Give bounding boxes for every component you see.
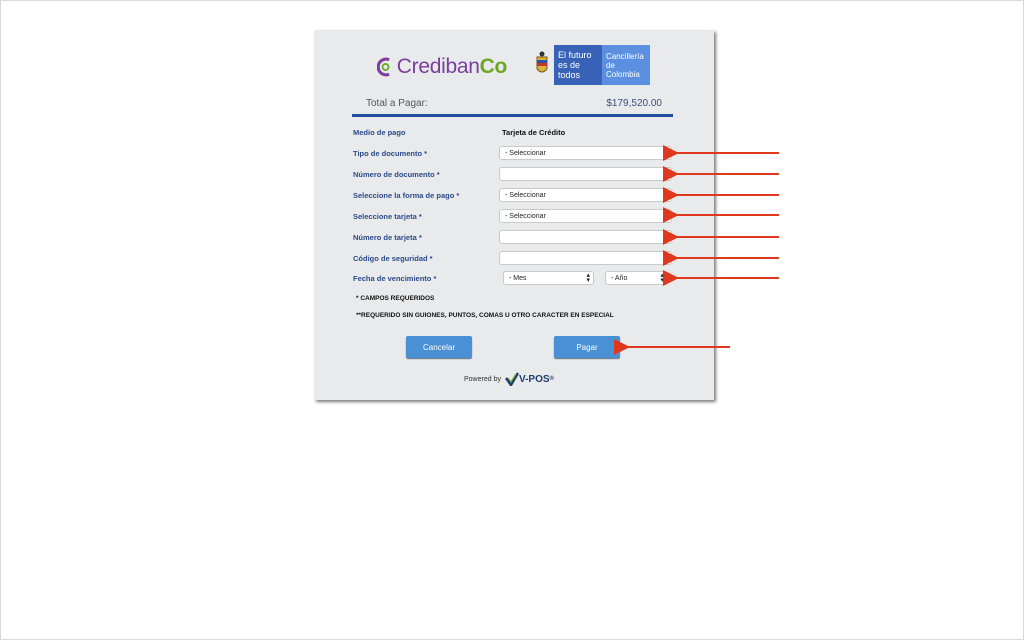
annotation-arrows: [614, 145, 779, 355]
